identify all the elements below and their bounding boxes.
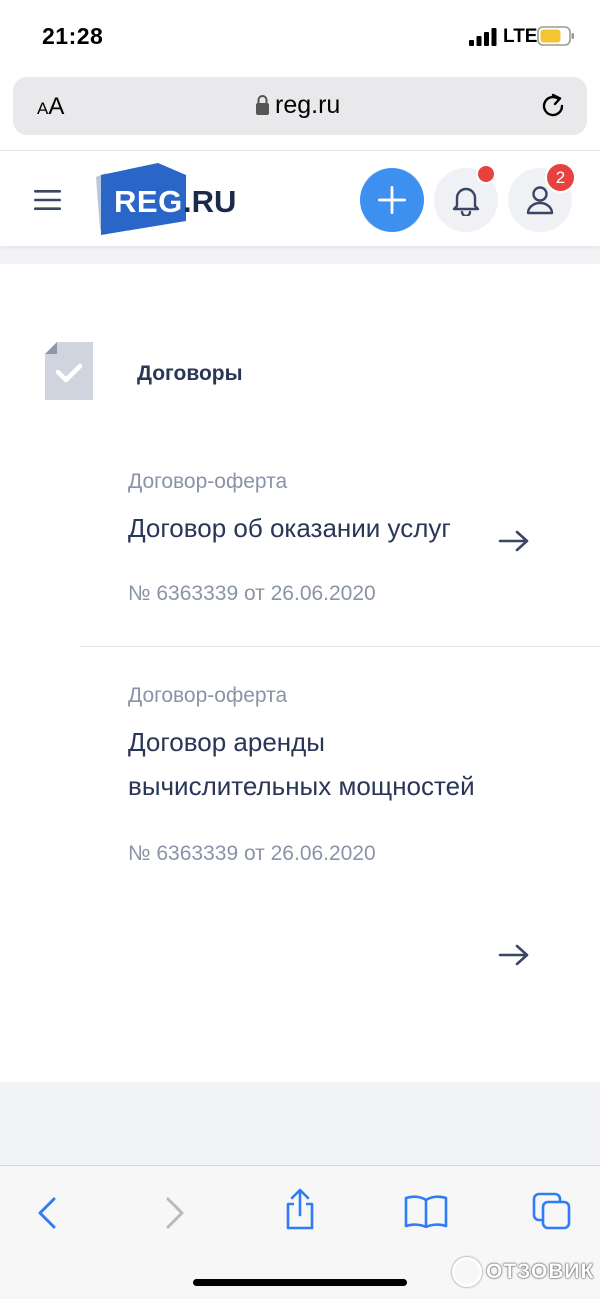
- divider: [80, 646, 600, 647]
- logo-text-reg: REG: [114, 184, 183, 219]
- url-text[interactable]: reg.ru: [275, 91, 340, 120]
- reload-icon[interactable]: [538, 91, 568, 121]
- contract-number: № 6363339 от 26.06.2020: [128, 582, 376, 605]
- watermark-logo-icon: [452, 1257, 482, 1287]
- menu-icon[interactable]: [34, 189, 61, 211]
- watermark-text: ОТЗОВИК: [486, 1260, 595, 1283]
- contract-type: Договор-оферта: [128, 470, 288, 493]
- document-check-icon: [45, 342, 93, 400]
- contract-number: № 6363339 от 26.06.2020: [128, 842, 376, 865]
- arrow-right-icon[interactable]: [498, 530, 530, 552]
- notification-dot: [476, 164, 496, 184]
- logo-text-ru: .RU: [183, 184, 237, 219]
- contract-title[interactable]: Договор аренды вычислительных мощностей: [128, 720, 518, 808]
- share-icon[interactable]: [284, 1188, 316, 1230]
- browser-toolbar: ОТЗОВИК: [0, 1165, 600, 1299]
- tabs-icon[interactable]: [532, 1192, 572, 1230]
- signal-icon: [469, 28, 497, 46]
- contract-title[interactable]: Договор об оказании услуг: [128, 506, 518, 550]
- arrow-right-icon[interactable]: [498, 944, 530, 966]
- contract-item[interactable]: Договор-оферта Договор об оказании услуг…: [0, 470, 600, 646]
- plus-icon: [378, 186, 406, 214]
- site-header: REG .RU: [0, 150, 600, 246]
- status-time: 21:28: [42, 23, 104, 49]
- browser-address-area: AA reg.ru: [0, 70, 600, 150]
- address-bar[interactable]: AA reg.ru: [13, 77, 587, 135]
- lock-icon: [256, 95, 269, 115]
- bookmarks-icon[interactable]: [404, 1194, 448, 1228]
- battery-icon: [537, 26, 574, 46]
- add-button[interactable]: [360, 168, 424, 232]
- bell-icon: [452, 187, 480, 216]
- back-icon[interactable]: [36, 1196, 58, 1230]
- contract-type: Договор-оферта: [128, 684, 288, 707]
- network-label: LTE: [503, 26, 538, 47]
- contracts-card: Договоры Договор-оферта Договор об оказа…: [0, 264, 600, 1082]
- text-size-button[interactable]: AA: [37, 93, 64, 121]
- home-indicator[interactable]: [193, 1279, 407, 1286]
- section-title: Договоры: [137, 362, 243, 385]
- contract-item[interactable]: Договор-оферта Договор аренды вычислител…: [0, 684, 600, 984]
- status-bar: 21:28 LTE: [0, 0, 600, 70]
- account-badge: 2: [545, 162, 576, 193]
- forward-icon[interactable]: [164, 1196, 186, 1230]
